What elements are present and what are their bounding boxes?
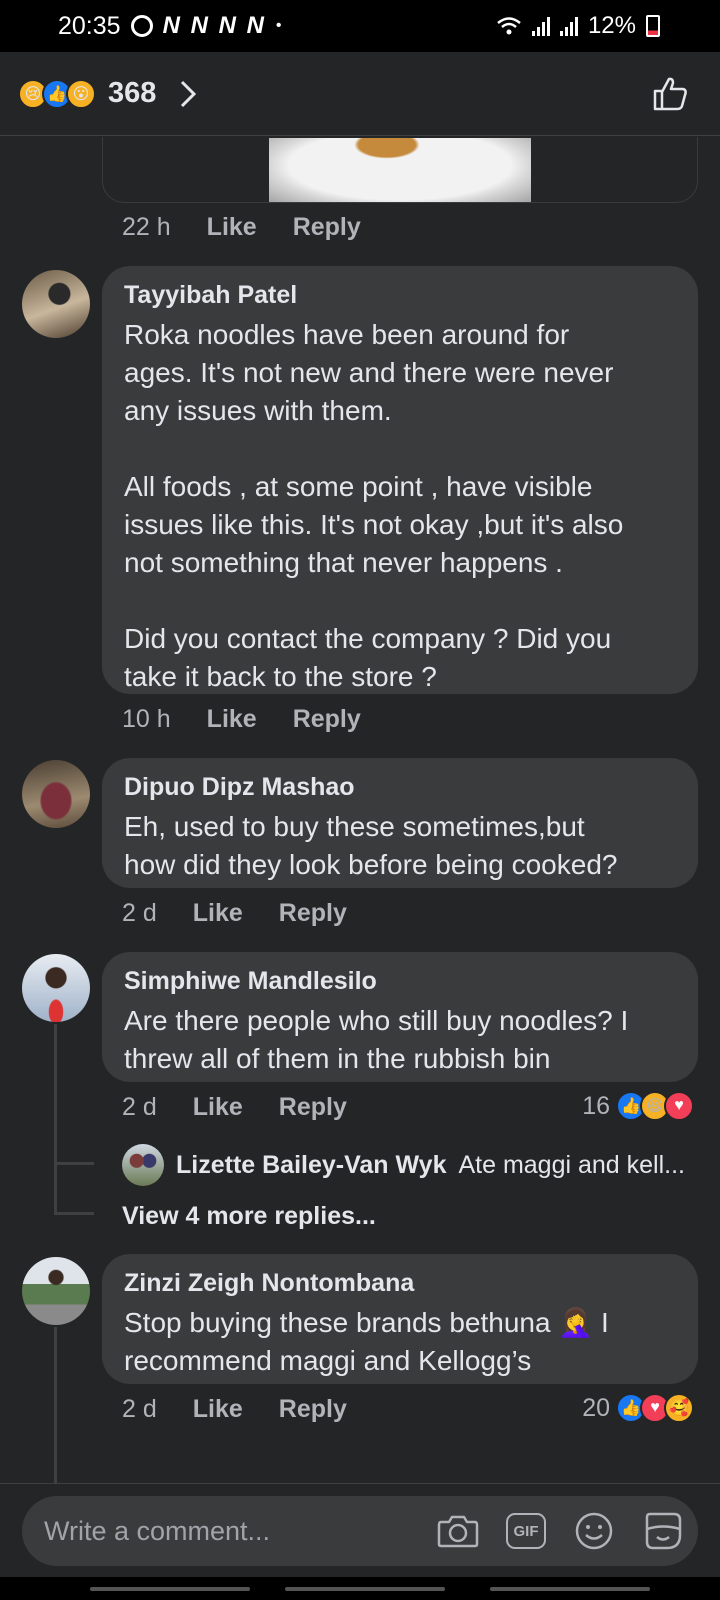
nav-home[interactable] <box>285 1587 445 1591</box>
reply-link[interactable]: Reply <box>293 705 361 734</box>
comment-author[interactable]: Dipuo Dipz Mashao <box>124 772 676 802</box>
reaction-icons: 😢 👍 😮 <box>18 78 96 109</box>
battery-icon <box>646 15 660 37</box>
reply-link[interactable]: Reply <box>279 899 347 928</box>
avatar[interactable] <box>22 270 90 338</box>
status-bar: 20:35 N N N N • 12% <box>0 0 720 52</box>
avatar[interactable] <box>22 954 90 1022</box>
avatar[interactable] <box>122 1144 164 1186</box>
comment-meta: 2 d Like Reply <box>122 1093 347 1122</box>
comment-bubble: Tayyibah Patel Roka noodles have been ar… <box>102 266 698 694</box>
sticker-icon <box>645 1512 682 1550</box>
comment-composer: GIF <box>22 1496 698 1566</box>
reaction-icons: 👍 ♥ 🥰 <box>616 1393 694 1423</box>
notification-icons: N N N N <box>162 12 266 39</box>
reply-link[interactable]: Reply <box>279 1093 347 1122</box>
camera-button[interactable] <box>436 1509 480 1553</box>
like-link[interactable]: Like <box>193 1395 243 1424</box>
avatar[interactable] <box>22 1257 90 1325</box>
reply-author[interactable]: Lizette Bailey-Van Wyk <box>176 1151 446 1180</box>
thread-branch <box>54 1162 94 1165</box>
comment-time: 22 h <box>122 213 171 241</box>
system-nav-bar <box>0 1577 720 1600</box>
more-notifications-dot: • <box>275 17 282 34</box>
comment-text: Roka noodles have been around for ages. … <box>124 319 624 692</box>
comment-text: Stop buying these brands bethuna 🤦‍♀️ I … <box>124 1307 609 1376</box>
comment-time: 2 d <box>122 1093 157 1121</box>
comment-time: 2 d <box>122 1395 157 1423</box>
reaction-count: 16 <box>582 1091 610 1120</box>
comments-feed[interactable]: 22 h Like Reply Tayyibah Patel Roka nood… <box>0 137 720 1483</box>
sticker-button[interactable] <box>640 1509 684 1553</box>
like-post-button[interactable] <box>648 72 692 116</box>
comment-meta: 2 d Like Reply <box>122 1395 347 1424</box>
care-reaction-icon: 🥰 <box>664 1393 694 1423</box>
gif-button[interactable]: GIF <box>504 1509 548 1553</box>
avatar[interactable] <box>22 760 90 828</box>
like-link[interactable]: Like <box>207 705 257 734</box>
nav-back[interactable] <box>490 1587 650 1591</box>
view-more-replies-link[interactable]: View 4 more replies... <box>122 1202 376 1231</box>
comment-reactions[interactable]: 20 👍 ♥ 🥰 <box>582 1393 694 1423</box>
sync-icon <box>130 15 153 37</box>
comment-bubble: Dipuo Dipz Mashao Eh, used to buy these … <box>102 758 698 888</box>
comment-author[interactable]: Zinzi Zeigh Nontombana <box>124 1268 676 1298</box>
love-reaction-icon: ♥ <box>664 1091 694 1121</box>
signal-2-icon <box>559 16 578 36</box>
nav-recent[interactable] <box>90 1587 250 1591</box>
previous-comment-meta: 22 h Like Reply <box>122 213 361 242</box>
status-time: 20:35 <box>58 11 121 40</box>
reply-link[interactable]: Reply <box>279 1395 347 1424</box>
comment-text: Are there people who still buy noodles? … <box>124 1005 629 1074</box>
wow-reaction-icon: 😮 <box>66 78 96 109</box>
comment-time: 2 d <box>122 899 157 927</box>
thread-line <box>54 1024 57 1214</box>
reactions-summary-button[interactable]: 😢 👍 😮 368 <box>18 77 200 110</box>
comment-composer-bar: GIF <box>0 1483 720 1577</box>
reaction-total: 368 <box>108 77 157 109</box>
comment-meta: 10 h Like Reply <box>122 705 361 734</box>
comment-input[interactable] <box>44 1515 436 1547</box>
comment-author[interactable]: Simphiwe Mandlesilo <box>124 966 676 996</box>
like-link[interactable]: Like <box>193 899 243 928</box>
chevron-right-icon <box>181 80 197 107</box>
like-link[interactable]: Like <box>193 1093 243 1122</box>
reaction-count: 20 <box>582 1393 610 1422</box>
reply-link[interactable]: Reply <box>293 213 361 242</box>
thread-branch <box>54 1212 94 1215</box>
reaction-icons: 👍 😆 ♥ <box>616 1091 694 1121</box>
wifi-icon <box>497 17 521 35</box>
previous-comment-image-card <box>102 137 698 203</box>
battery-percent: 12% <box>587 12 636 39</box>
reply-preview[interactable]: Lizette Bailey-Van Wyk Ate maggi and kel… <box>122 1144 685 1186</box>
food-photo[interactable] <box>269 138 531 202</box>
comment-text: Eh, used to buy these sometimes,but how … <box>124 811 618 880</box>
comment-meta: 2 d Like Reply <box>122 899 347 928</box>
reactions-header: 😢 👍 😮 368 <box>0 52 720 136</box>
camera-icon <box>437 1515 479 1548</box>
signal-icon <box>531 16 550 36</box>
comment-reactions[interactable]: 16 👍 😆 ♥ <box>582 1091 694 1121</box>
comment-author[interactable]: Tayyibah Patel <box>124 280 676 310</box>
like-link[interactable]: Like <box>207 213 257 242</box>
comment-bubble: Zinzi Zeigh Nontombana Stop buying these… <box>102 1254 698 1384</box>
reply-snippet: Ate maggi and kell... <box>458 1150 685 1179</box>
thumbs-up-icon <box>653 77 687 110</box>
emoji-icon <box>575 1512 613 1550</box>
comment-bubble: Simphiwe Mandlesilo Are there people who… <box>102 952 698 1082</box>
emoji-button[interactable] <box>572 1509 616 1553</box>
thread-line <box>54 1327 57 1483</box>
gif-icon: GIF <box>506 1513 546 1549</box>
comment-time: 10 h <box>122 705 171 733</box>
